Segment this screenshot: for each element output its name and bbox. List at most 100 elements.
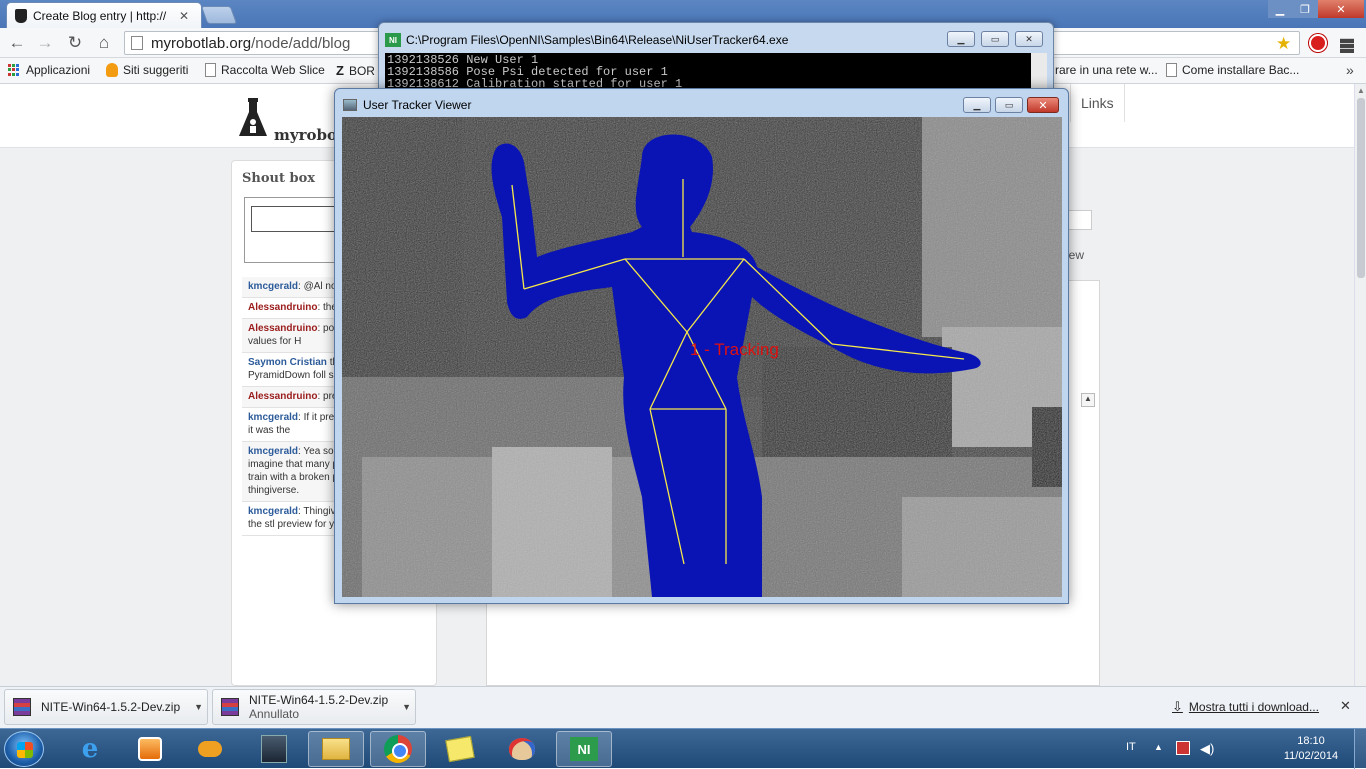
bookmark-apps[interactable]: Applicazioni — [8, 63, 90, 77]
download-item-1[interactable]: NITE-Win64-1.5.2-Dev.zip ▼ — [4, 689, 208, 725]
suggested-sites-icon — [106, 63, 118, 77]
download-name: NITE-Win64-1.5.2-Dev.zip — [41, 700, 181, 714]
console-maximize-button[interactable]: ▭ — [981, 31, 1009, 47]
viewer-window-icon — [343, 99, 357, 111]
bookmark-label: Come installare Bac... — [1182, 63, 1300, 77]
back-arrow-icon[interactable]: ← — [6, 32, 28, 54]
nav-links[interactable]: Links — [1070, 84, 1125, 122]
taskbar-openni[interactable]: NI — [556, 731, 612, 767]
shout-author[interactable]: kmcgerald — [248, 506, 298, 517]
bookmark-label: rare in una rete w... — [1055, 63, 1158, 77]
taskbar-paint[interactable] — [494, 731, 550, 767]
depth-view[interactable]: 1 - Tracking — [342, 117, 1062, 597]
document-icon — [205, 63, 216, 77]
console-window[interactable]: NI C:\Program Files\OpenNI\Samples\Bin64… — [378, 22, 1054, 93]
console-scrollbar[interactable] — [1031, 53, 1047, 93]
download-item-2[interactable]: NITE-Win64-1.5.2-Dev.zip Annullato ▼ — [212, 689, 416, 725]
browser-minimize-button[interactable]: ▁ — [1268, 0, 1292, 18]
show-all-label: Mostra tutti i download... — [1188, 700, 1319, 714]
taskbar-file-explorer[interactable] — [308, 731, 364, 767]
openni-icon: NI — [570, 737, 598, 761]
adblock-extension-icon[interactable] — [1309, 34, 1327, 52]
taskbar-internet-explorer[interactable]: e — [62, 731, 118, 767]
show-desktop-button[interactable] — [1354, 729, 1366, 769]
tracker-close-button[interactable]: ✕ — [1027, 97, 1059, 113]
shout-author[interactable]: Alessandruino — [248, 391, 317, 402]
media-player-icon — [138, 737, 162, 761]
shout-author[interactable]: kmcgerald — [248, 412, 298, 423]
robot-favicon-icon — [15, 8, 27, 23]
taskbar-chrome[interactable] — [370, 731, 426, 767]
tracker-maximize-button[interactable]: ▭ — [995, 97, 1023, 113]
bookmark-label: Applicazioni — [26, 63, 91, 77]
apps-grid-icon — [8, 63, 21, 77]
url-path: /node/add/blog — [251, 34, 351, 52]
scroll-up-icon[interactable]: ▲ — [1357, 86, 1365, 95]
tracker-titlebar[interactable]: User Tracker Viewer — [343, 95, 471, 115]
bookmark-web-slice[interactable]: Raccolta Web Slice — [205, 63, 325, 77]
shout-box-title: Shout box — [242, 171, 316, 186]
shout-author[interactable]: Saymon Cristian — [248, 357, 327, 368]
bookmark-label: Siti suggeriti — [123, 63, 189, 77]
windows-taskbar: e NI IT ▲ ◀) 18:10 11/02/2014 — [0, 728, 1366, 769]
taskbar-sticky-notes[interactable] — [432, 731, 488, 767]
bookmark-suggested[interactable]: Siti suggeriti — [106, 63, 188, 77]
bookmark-install[interactable]: Come installare Bac... — [1166, 63, 1299, 77]
forward-arrow-icon[interactable]: → — [34, 32, 56, 54]
bookmark-network[interactable]: rare in una rete w... — [1055, 63, 1158, 77]
home-icon[interactable]: ⌂ — [93, 32, 115, 54]
console-minimize-button[interactable]: ▁ — [947, 31, 975, 47]
more-bookmarks-icon[interactable]: » — [1346, 62, 1354, 78]
bookmark-star-icon[interactable]: ★ — [1276, 34, 1291, 54]
taskbar-sensor-app[interactable] — [182, 731, 238, 767]
close-downloads-bar-icon[interactable]: ✕ — [1340, 698, 1351, 714]
show-hidden-icons-icon[interactable]: ▲ — [1154, 742, 1163, 752]
show-all-downloads-link[interactable]: ⇩ Mostra tutti i download... — [1172, 699, 1319, 715]
console-close-button[interactable]: ✕ — [1015, 31, 1043, 47]
page-scrollbar[interactable]: ▲ — [1354, 84, 1366, 686]
console-title: C:\Program Files\OpenNI\Samples\Bin64\Re… — [406, 33, 789, 47]
tab-title: Create Blog entry | http:// — [33, 8, 167, 23]
tracker-minimize-button[interactable]: ▁ — [963, 97, 991, 113]
download-name: NITE-Win64-1.5.2-Dev.zip — [249, 693, 389, 707]
bookmark-bor[interactable]: Z BOR — [336, 63, 375, 78]
sensor-app-icon — [198, 741, 222, 757]
shout-author[interactable]: kmcgerald — [248, 281, 298, 292]
action-center-flag-icon[interactable] — [1176, 741, 1190, 755]
download-status: Annullato — [249, 707, 300, 721]
shout-author[interactable]: kmcgerald — [248, 446, 298, 457]
archive-icon — [13, 698, 31, 716]
shout-input[interactable] — [251, 206, 341, 232]
dropdown-arrow-icon[interactable]: ▼ — [194, 702, 203, 712]
browser-close-button[interactable]: ✕ — [1318, 0, 1364, 18]
language-indicator[interactable]: IT — [1126, 741, 1136, 753]
reload-icon[interactable]: ↻ — [64, 32, 86, 54]
openni-icon: NI — [385, 33, 401, 47]
scroll-thumb[interactable] — [1357, 98, 1365, 278]
new-tab-button[interactable] — [200, 6, 238, 24]
clock-date: 11/02/2014 — [1283, 750, 1339, 762]
internet-explorer-icon: e — [81, 734, 99, 764]
user-tracker-window[interactable]: User Tracker Viewer ▁ ▭ ✕ 1 - Tracking — [334, 88, 1069, 604]
archive-icon — [221, 698, 239, 716]
console-titlebar[interactable]: NI C:\Program Files\OpenNI\Samples\Bin64… — [385, 29, 788, 51]
sticky-notes-icon — [445, 735, 475, 763]
taskbar-media-player[interactable] — [122, 731, 178, 767]
taskbar-kinect-app[interactable] — [246, 731, 302, 767]
tab-close-icon[interactable]: ✕ — [179, 9, 189, 23]
menu-icon[interactable]: ▬ ▬ ▬ — [1340, 31, 1354, 55]
system-clock[interactable]: 18:10 11/02/2014 — [1276, 734, 1346, 764]
editor-scroll-up-icon[interactable]: ▲ — [1081, 393, 1095, 407]
dropdown-arrow-icon[interactable]: ▼ — [402, 702, 411, 712]
tab-create-blog-entry[interactable]: Create Blog entry | http:// ✕ — [6, 2, 202, 28]
browser-restore-button[interactable]: ❐ — [1292, 0, 1318, 18]
start-button[interactable] — [4, 731, 44, 767]
page-icon — [131, 36, 143, 50]
volume-icon[interactable]: ◀) — [1200, 741, 1214, 757]
kinect-app-icon — [261, 735, 287, 763]
title-input-edge[interactable] — [1068, 210, 1092, 230]
bookmark-label: Raccolta Web Slice — [221, 63, 325, 77]
depth-image: 1 - Tracking — [342, 117, 1062, 597]
shout-author[interactable]: Alessandruino — [248, 323, 317, 334]
shout-author[interactable]: Alessandruino — [248, 302, 317, 313]
